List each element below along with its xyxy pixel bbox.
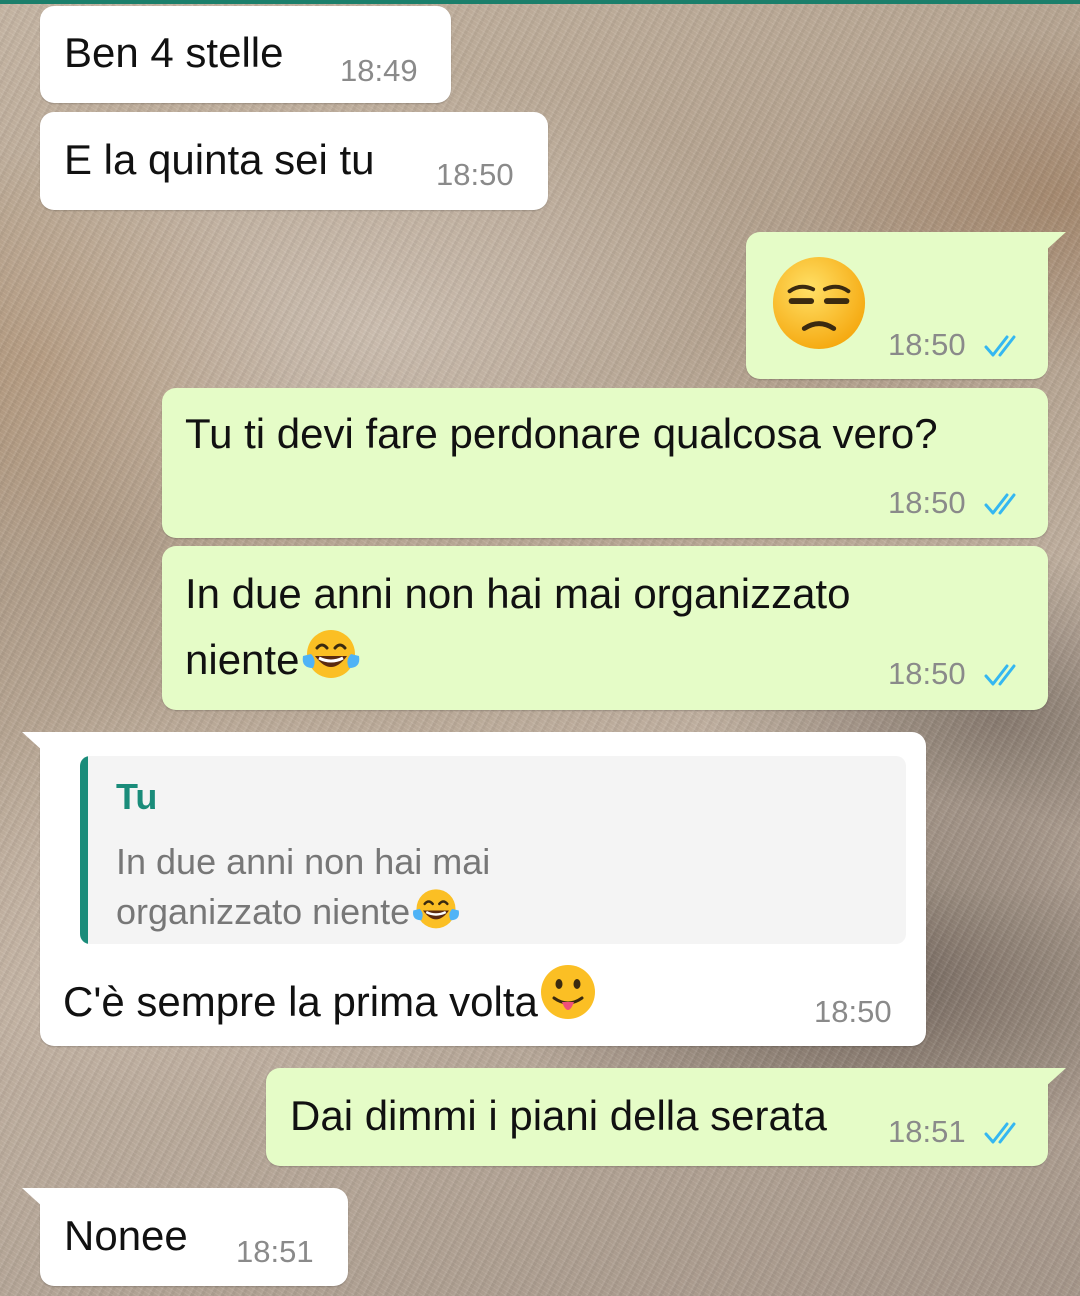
quote-text: In due anni non hai mai organizzato nien… (116, 838, 490, 936)
message-text: Tu ti devi fare perdonare qualcosa vero? (185, 410, 938, 457)
bubble-tail (22, 1188, 44, 1208)
message-text-line-2-words: niente (185, 636, 300, 683)
bubble-tail (1044, 232, 1066, 252)
unamused-face-emoji (772, 256, 866, 350)
message-bubble-incoming[interactable]: Ben 4 stelle 18:49 (40, 6, 451, 103)
message-bubble-outgoing[interactable]: 18:50 (746, 232, 1066, 379)
message-time: 18:51 (888, 1114, 966, 1149)
message-text-line-1: In due anni non hai mai organizzato (185, 570, 851, 617)
message-text: C'è sempre la prima volta (63, 962, 598, 1030)
message-bubble-outgoing[interactable]: Tu ti devi fare perdonare qualcosa vero?… (162, 388, 1048, 538)
bubble-tail (1044, 1068, 1066, 1088)
quote-line-2: organizzato niente (116, 886, 490, 936)
quoted-message[interactable]: Tu In due anni non hai mai organizzato n… (80, 756, 906, 944)
message-time: 18:49 (340, 53, 418, 88)
message-text-line-2: niente (185, 626, 363, 688)
message-bubble-incoming[interactable]: Nonee 18:51 (22, 1188, 348, 1286)
message-bubble-incoming[interactable]: E la quinta sei tu 18:50 (40, 112, 548, 210)
message-time: 18:50 (814, 994, 892, 1029)
read-receipt-icon (984, 664, 1016, 686)
message-text: E la quinta sei tu (64, 136, 375, 183)
quote-line-1: In due anni non hai mai (116, 841, 491, 882)
message-time: 18:51 (236, 1234, 314, 1269)
read-receipt-icon (984, 1122, 1016, 1144)
message-bubble-incoming-reply[interactable]: Tu In due anni non hai mai organizzato n… (22, 732, 926, 1046)
read-receipt-icon (984, 493, 1016, 515)
tongue-out-emoji (540, 965, 595, 1019)
quote-author: Tu (116, 776, 158, 817)
message-bubble-outgoing[interactable]: In due anni non hai mai organizzato nien… (162, 546, 1048, 710)
message-time: 18:50 (888, 656, 966, 691)
bubble-tail (22, 732, 44, 752)
tears-of-joy-emoji (303, 630, 360, 678)
message-bubble-outgoing[interactable]: Dai dimmi i piani della serata 18:51 (266, 1068, 1066, 1166)
quote-line-2-words: organizzato niente (116, 891, 411, 932)
quote-accent-bar (80, 756, 88, 944)
tears-of-joy-emoji (413, 889, 460, 929)
message-text: Ben 4 stelle (64, 29, 284, 76)
message-text: Dai dimmi i piani della serata (290, 1092, 827, 1139)
message-text-words: C'è sempre la prima volta (63, 978, 538, 1025)
read-receipt-icon (984, 335, 1016, 357)
message-time: 18:50 (888, 327, 966, 362)
message-time: 18:50 (436, 157, 514, 192)
header-edge (0, 0, 1080, 4)
message-text: Nonee (64, 1212, 188, 1259)
message-time: 18:50 (888, 485, 966, 520)
